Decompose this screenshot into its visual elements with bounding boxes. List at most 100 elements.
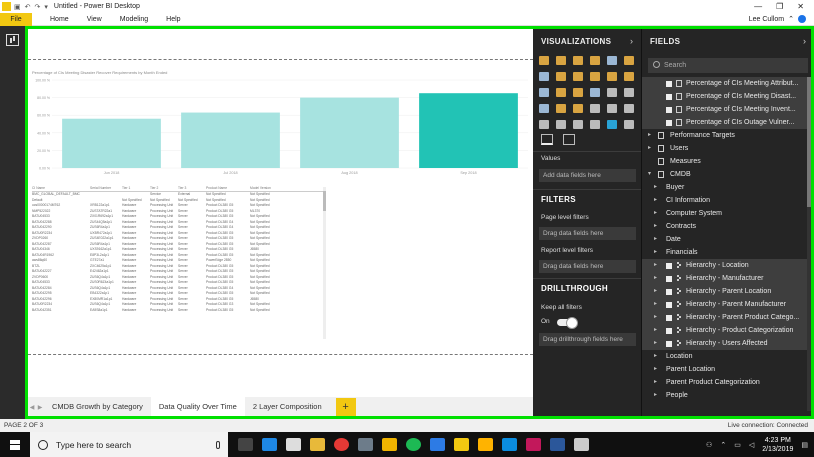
visual-type-icon[interactable] [607, 56, 617, 65]
app-icon-6[interactable] [574, 438, 589, 451]
field-checkbox[interactable] [666, 314, 672, 321]
visual-type-icon[interactable] [539, 120, 549, 129]
field-checkbox[interactable] [666, 119, 672, 126]
collapse-visualizations-icon[interactable]: › [630, 36, 633, 46]
redo-icon[interactable]: ↷ [35, 3, 41, 11]
column-header[interactable]: Model Version [250, 186, 280, 190]
photos-icon[interactable] [358, 438, 373, 451]
volume-icon[interactable]: ◁ [749, 441, 754, 449]
tab-next-icon[interactable]: ▶ [36, 404, 44, 411]
visual-type-icon[interactable] [539, 56, 549, 65]
field-item[interactable]: ▸ Hierarchy - Product Categorization [642, 324, 807, 337]
collapse-fields-icon[interactable]: › [803, 36, 806, 46]
bar[interactable] [300, 97, 399, 168]
field-item[interactable]: Percentage of CIs Meeting Attribut... [642, 77, 807, 90]
chrome-icon[interactable] [334, 438, 349, 451]
column-header[interactable]: CI Name [32, 186, 90, 190]
chevron-right-icon[interactable]: ▸ [654, 194, 657, 207]
field-item[interactable]: Percentage of CIs Meeting Invent... [642, 103, 807, 116]
user-name[interactable]: Lee Cullom [749, 16, 784, 23]
column-header[interactable]: Tier 2 [150, 186, 178, 190]
chevron-right-icon[interactable]: ▸ [654, 207, 657, 220]
report-canvas[interactable]: Percentage of CIs Meeting Disaster Recov… [28, 29, 533, 397]
minimize-icon[interactable]: — [754, 2, 762, 11]
visual-type-icon[interactable] [573, 56, 583, 65]
chevron-right-icon[interactable]: ▸ [654, 272, 657, 285]
chevron-right-icon[interactable]: ▸ [654, 285, 657, 298]
menu-modeling[interactable]: Modeling [120, 16, 148, 23]
spotify-icon[interactable] [406, 438, 421, 451]
visual-type-icon[interactable] [556, 120, 566, 129]
save-icon[interactable]: ▣ [14, 3, 21, 11]
field-item[interactable]: Percentage of CIs Outage Vulner... [642, 116, 807, 129]
app-icon-4[interactable] [502, 438, 517, 451]
undo-icon[interactable]: ↶ [25, 3, 31, 11]
field-item[interactable]: ▸ Hierarchy - Parent Manufacturer [642, 298, 807, 311]
visual-type-icon[interactable] [624, 56, 634, 65]
tab-data-quality[interactable]: Data Quality Over Time [150, 397, 245, 417]
visual-type-icon[interactable] [607, 120, 617, 129]
visual-type-icon[interactable] [556, 72, 566, 81]
field-item[interactable]: Percentage of CIs Meeting Disast... [642, 90, 807, 103]
chevron-right-icon[interactable]: ▸ [654, 233, 657, 246]
field-item[interactable]: ▸ Hierarchy - Parent Location [642, 285, 807, 298]
chevron-right-icon[interactable]: ▸ [654, 376, 657, 389]
column-header[interactable]: Tier 3 [178, 186, 206, 190]
field-checkbox[interactable] [666, 106, 672, 113]
report-filters-drop-zone[interactable]: Drag data fields here [539, 260, 636, 273]
field-checkbox[interactable] [666, 262, 672, 269]
field-item[interactable]: Measures [642, 155, 807, 168]
format-paint-roller-icon[interactable] [563, 134, 575, 145]
app-icon-2[interactable] [430, 438, 445, 451]
field-item[interactable]: ▸ CI Information [642, 194, 807, 207]
visual-type-icon[interactable] [556, 104, 566, 113]
visual-type-icon[interactable] [539, 72, 549, 81]
values-drop-zone[interactable]: Add data fields here [539, 169, 636, 182]
visual-type-icon[interactable] [556, 56, 566, 65]
chevron-right-icon[interactable]: ▸ [654, 363, 657, 376]
field-item[interactable]: ▸ Date [642, 233, 807, 246]
visual-type-icon[interactable] [590, 104, 600, 113]
column-header[interactable]: Product Name [206, 186, 250, 190]
field-checkbox[interactable] [666, 301, 672, 308]
table-scrollbar[interactable] [323, 187, 326, 339]
field-checkbox[interactable] [666, 327, 672, 334]
chevron-right-icon[interactable]: ▸ [654, 389, 657, 402]
add-page-button[interactable]: + [335, 398, 356, 416]
notifications-icon[interactable]: ▤ [801, 441, 808, 449]
field-item[interactable]: ▸ Contracts [642, 220, 807, 233]
field-item[interactable]: ▸ Hierarchy - Users Affected [642, 337, 807, 350]
tab-cmdb-growth[interactable]: CMDB Growth by Category [44, 397, 151, 417]
field-item[interactable]: ▸ Buyer [642, 181, 807, 194]
field-item[interactable]: ▸ Parent Product Categorization [642, 376, 807, 389]
bar[interactable] [419, 93, 518, 168]
menu-view[interactable]: View [87, 16, 102, 23]
maximize-icon[interactable]: ❐ [776, 2, 783, 11]
help-icon[interactable] [798, 15, 806, 23]
visual-type-icon[interactable] [590, 120, 600, 129]
field-item[interactable]: ▸ Financials [642, 246, 807, 259]
chevron-right-icon[interactable]: ▸ [654, 311, 657, 324]
chevron-right-icon[interactable]: ▸ [654, 181, 657, 194]
chevron-right-icon[interactable]: ▸ [648, 129, 651, 142]
visual-type-icon[interactable] [556, 88, 566, 97]
field-item[interactable]: ▸ People [642, 389, 807, 402]
keep-filters-toggle[interactable] [557, 317, 578, 329]
field-item[interactable]: ▸ Computer System [642, 207, 807, 220]
visual-type-icon[interactable] [590, 88, 600, 97]
visual-type-icon[interactable] [539, 88, 549, 97]
app-icon-3[interactable] [478, 438, 493, 451]
field-item[interactable]: ▸ Location [642, 350, 807, 363]
visual-type-icon[interactable] [573, 120, 583, 129]
field-checkbox[interactable] [666, 80, 672, 87]
tab-2-layer-composition[interactable]: 2 Layer Composition [245, 397, 330, 417]
dropdown-icon[interactable]: ▾ [44, 3, 48, 11]
field-checkbox[interactable] [666, 275, 672, 282]
network-icon[interactable]: ▭ [734, 441, 741, 449]
bar-chart[interactable]: 0.00 % 20.00 % 40.00 % 60.00 % 80.00 % 100.00… [28, 74, 533, 182]
field-checkbox[interactable] [666, 93, 672, 100]
visual-type-icon[interactable] [607, 72, 617, 81]
visual-type-icon[interactable] [624, 88, 634, 97]
chevron-right-icon[interactable]: ▸ [654, 337, 657, 350]
task-view-icon[interactable] [238, 438, 253, 451]
